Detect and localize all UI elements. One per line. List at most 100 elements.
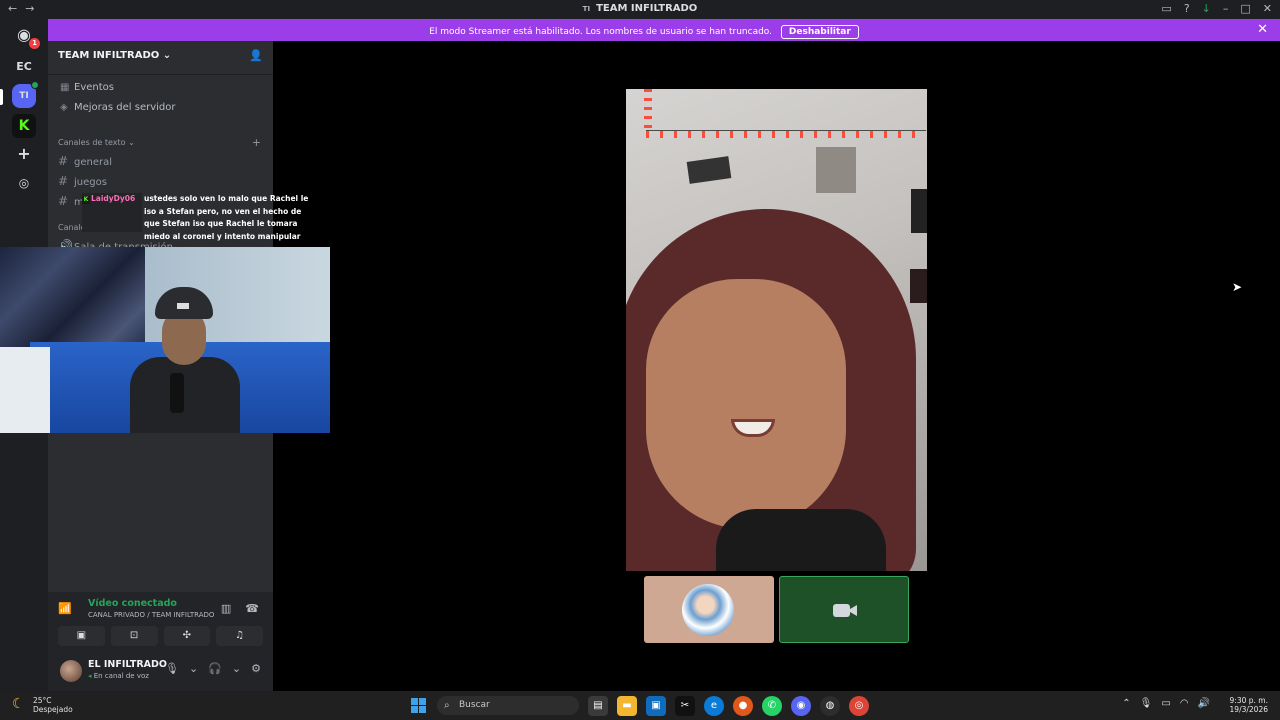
volume-icon[interactable]: 🔊 <box>1198 698 1210 709</box>
server-kick[interactable]: K <box>12 114 36 138</box>
display-icon[interactable]: ▭ <box>1161 698 1170 709</box>
webcam-nightstand <box>0 347 50 433</box>
obs-icon[interactable]: ◍ <box>820 696 840 716</box>
compass-icon: ◎ <box>18 176 30 190</box>
webcam-marble-wall <box>0 247 145 357</box>
window-titlebar: ←→ TI TEAM INFILTRADO ▭ ? ↓ – □ ✕ <box>0 0 1280 19</box>
discord-home-button[interactable]: ◉ 1 <box>12 23 40 49</box>
store-icon[interactable]: ▣ <box>646 696 666 716</box>
user-panel: EL INFILTRADO ◂ En canal de voz 🎙 ⌄ 🎧 ⌄ … <box>48 652 273 691</box>
activities-button[interactable]: ✣ <box>163 626 211 646</box>
server-ti-label: TI <box>19 91 29 101</box>
clock-time: 9:30 p. m. <box>1229 696 1268 705</box>
user-status: ◂ En canal de voz <box>88 672 149 680</box>
minimize-icon[interactable]: – <box>1223 2 1229 15</box>
close-icon[interactable]: ✕ <box>1263 2 1272 15</box>
start-button[interactable] <box>411 698 426 713</box>
banner-close-icon[interactable]: ✕ <box>1257 22 1268 37</box>
server-name-header[interactable]: TEAM INFILTRADO ⌄ <box>58 50 171 61</box>
discord-icon[interactable]: ◉ <box>791 696 811 716</box>
settings-gear-icon[interactable]: ⚙ <box>251 662 261 675</box>
channel-label: general <box>74 157 113 168</box>
brave-icon[interactable]: ● <box>733 696 753 716</box>
camera-toggle-button[interactable]: ▣ <box>58 626 105 646</box>
add-server-button[interactable]: + <box>12 142 36 166</box>
server-ti[interactable]: TI <box>12 81 39 108</box>
windows-logo-icon <box>419 706 426 713</box>
windows-logo-icon <box>411 698 418 705</box>
task-view-icon[interactable]: ▤ <box>588 696 608 716</box>
weather-condition: Despejado <box>33 705 73 714</box>
selected-server-indicator <box>0 89 3 105</box>
chrome-icon[interactable]: ◎ <box>849 696 869 716</box>
participant-thumbnail[interactable] <box>644 576 774 643</box>
channel-juegos[interactable]: # juegos <box>58 174 107 188</box>
whatsapp-icon[interactable]: ✆ <box>762 696 782 716</box>
soundboard-icon: ♫ <box>235 630 245 641</box>
banner-message-row: El modo Streamer está habilitado. Los no… <box>48 25 1280 39</box>
download-icon[interactable]: ↓ <box>1202 2 1211 15</box>
mouse-cursor-icon: ➤ <box>1232 280 1243 294</box>
inbox-icon[interactable]: ▭ <box>1161 2 1171 15</box>
header-divider <box>48 74 273 75</box>
voice-controls: ▥ ☎ <box>221 602 259 615</box>
weather-moon-icon[interactable]: ☾ <box>12 696 25 712</box>
invite-people-icon[interactable]: 👤 <box>249 49 263 62</box>
hash-icon: # <box>58 194 69 208</box>
boost-icon: ◈ <box>60 102 68 113</box>
disconnect-icon[interactable]: ☎ <box>245 602 259 615</box>
window-controls: ▭ ? ↓ – □ ✕ <box>1161 2 1272 15</box>
chevron-down-icon: ⌄ <box>162 50 172 61</box>
category-text-channels[interactable]: Canales de texto ⌄ <box>58 138 135 147</box>
headphones-icon[interactable]: 🎧 <box>208 662 222 675</box>
voice-actions: ▣ ⊡ ✣ ♫ <box>58 626 263 646</box>
sidebar-item-label: Eventos <box>74 82 114 93</box>
edge-icon[interactable]: e <box>704 696 724 716</box>
activities-icon: ✣ <box>182 630 192 641</box>
user-status-text: En canal de voz <box>93 672 149 680</box>
taskbar-clock[interactable]: 9:30 p. m. 19/3/2026 <box>1230 696 1268 714</box>
windows-logo-icon <box>419 698 426 705</box>
username: EL INFILTRADO <box>88 659 167 670</box>
server-name: TEAM INFILTRADO <box>58 50 160 61</box>
show-hidden-icons-icon[interactable]: ⌃ <box>1122 698 1130 709</box>
taskbar-search[interactable]: ⌕ Buscar <box>437 696 579 715</box>
kick-logo-icon: K <box>18 118 30 134</box>
category-label: Canales de texto <box>58 138 126 147</box>
window-title: TI TEAM INFILTRADO <box>0 3 1280 14</box>
wall-photo <box>910 269 927 303</box>
wifi-icon[interactable]: ◠ <box>1180 698 1189 709</box>
main-video-tile[interactable] <box>626 89 927 571</box>
voice-status-panel: 📶 Vídeo conectado CANAL PRIVADO / TEAM I… <box>48 592 273 652</box>
plus-icon: + <box>17 144 31 163</box>
chat-username-text: LaidyDy06 <box>91 194 136 203</box>
avatar[interactable] <box>60 660 82 682</box>
disable-streamer-button[interactable]: Deshabilitar <box>780 25 859 39</box>
mute-icon[interactable]: 🎙 <box>165 662 179 675</box>
microphone-tray-icon[interactable]: 🎙 <box>1140 698 1153 709</box>
chevron-down-icon[interactable]: ⌄ <box>189 662 198 675</box>
hash-icon: # <box>58 174 69 188</box>
explore-servers-button[interactable]: ◎ <box>12 171 36 195</box>
share-screen-button[interactable]: ⊡ <box>110 626 158 646</box>
sidebar-item-mejoras[interactable]: ◈ Mejoras del servidor <box>60 102 176 113</box>
camera-off-thumbnail[interactable] <box>779 576 909 643</box>
server-ec[interactable]: EC <box>12 55 36 79</box>
streamer-cap <box>155 287 213 319</box>
signal-icon[interactable]: 📶 <box>58 602 72 615</box>
create-channel-icon[interactable]: + <box>252 136 261 149</box>
voice-channel-label[interactable]: CANAL PRIVADO / TEAM INFILTRADO <box>88 611 214 619</box>
noise-suppression-icon[interactable]: ▥ <box>221 602 231 615</box>
weather-widget[interactable]: 25°C Despejado <box>33 696 73 714</box>
maximize-icon[interactable]: □ <box>1240 2 1250 15</box>
help-icon[interactable]: ? <box>1184 2 1190 15</box>
sidebar-item-eventos[interactable]: ▦ Eventos <box>60 82 114 93</box>
capcut-icon[interactable]: ✂ <box>675 696 695 716</box>
window-title-text: TEAM INFILTRADO <box>596 3 698 14</box>
banner-message: El modo Streamer está habilitado. Los no… <box>429 27 773 37</box>
chevron-down-icon[interactable]: ⌄ <box>232 662 241 675</box>
temperature: 25°C <box>33 696 52 705</box>
file-explorer-icon[interactable]: ▬ <box>617 696 637 716</box>
channel-general[interactable]: # general <box>58 154 112 168</box>
soundboard-button[interactable]: ♫ <box>216 626 263 646</box>
